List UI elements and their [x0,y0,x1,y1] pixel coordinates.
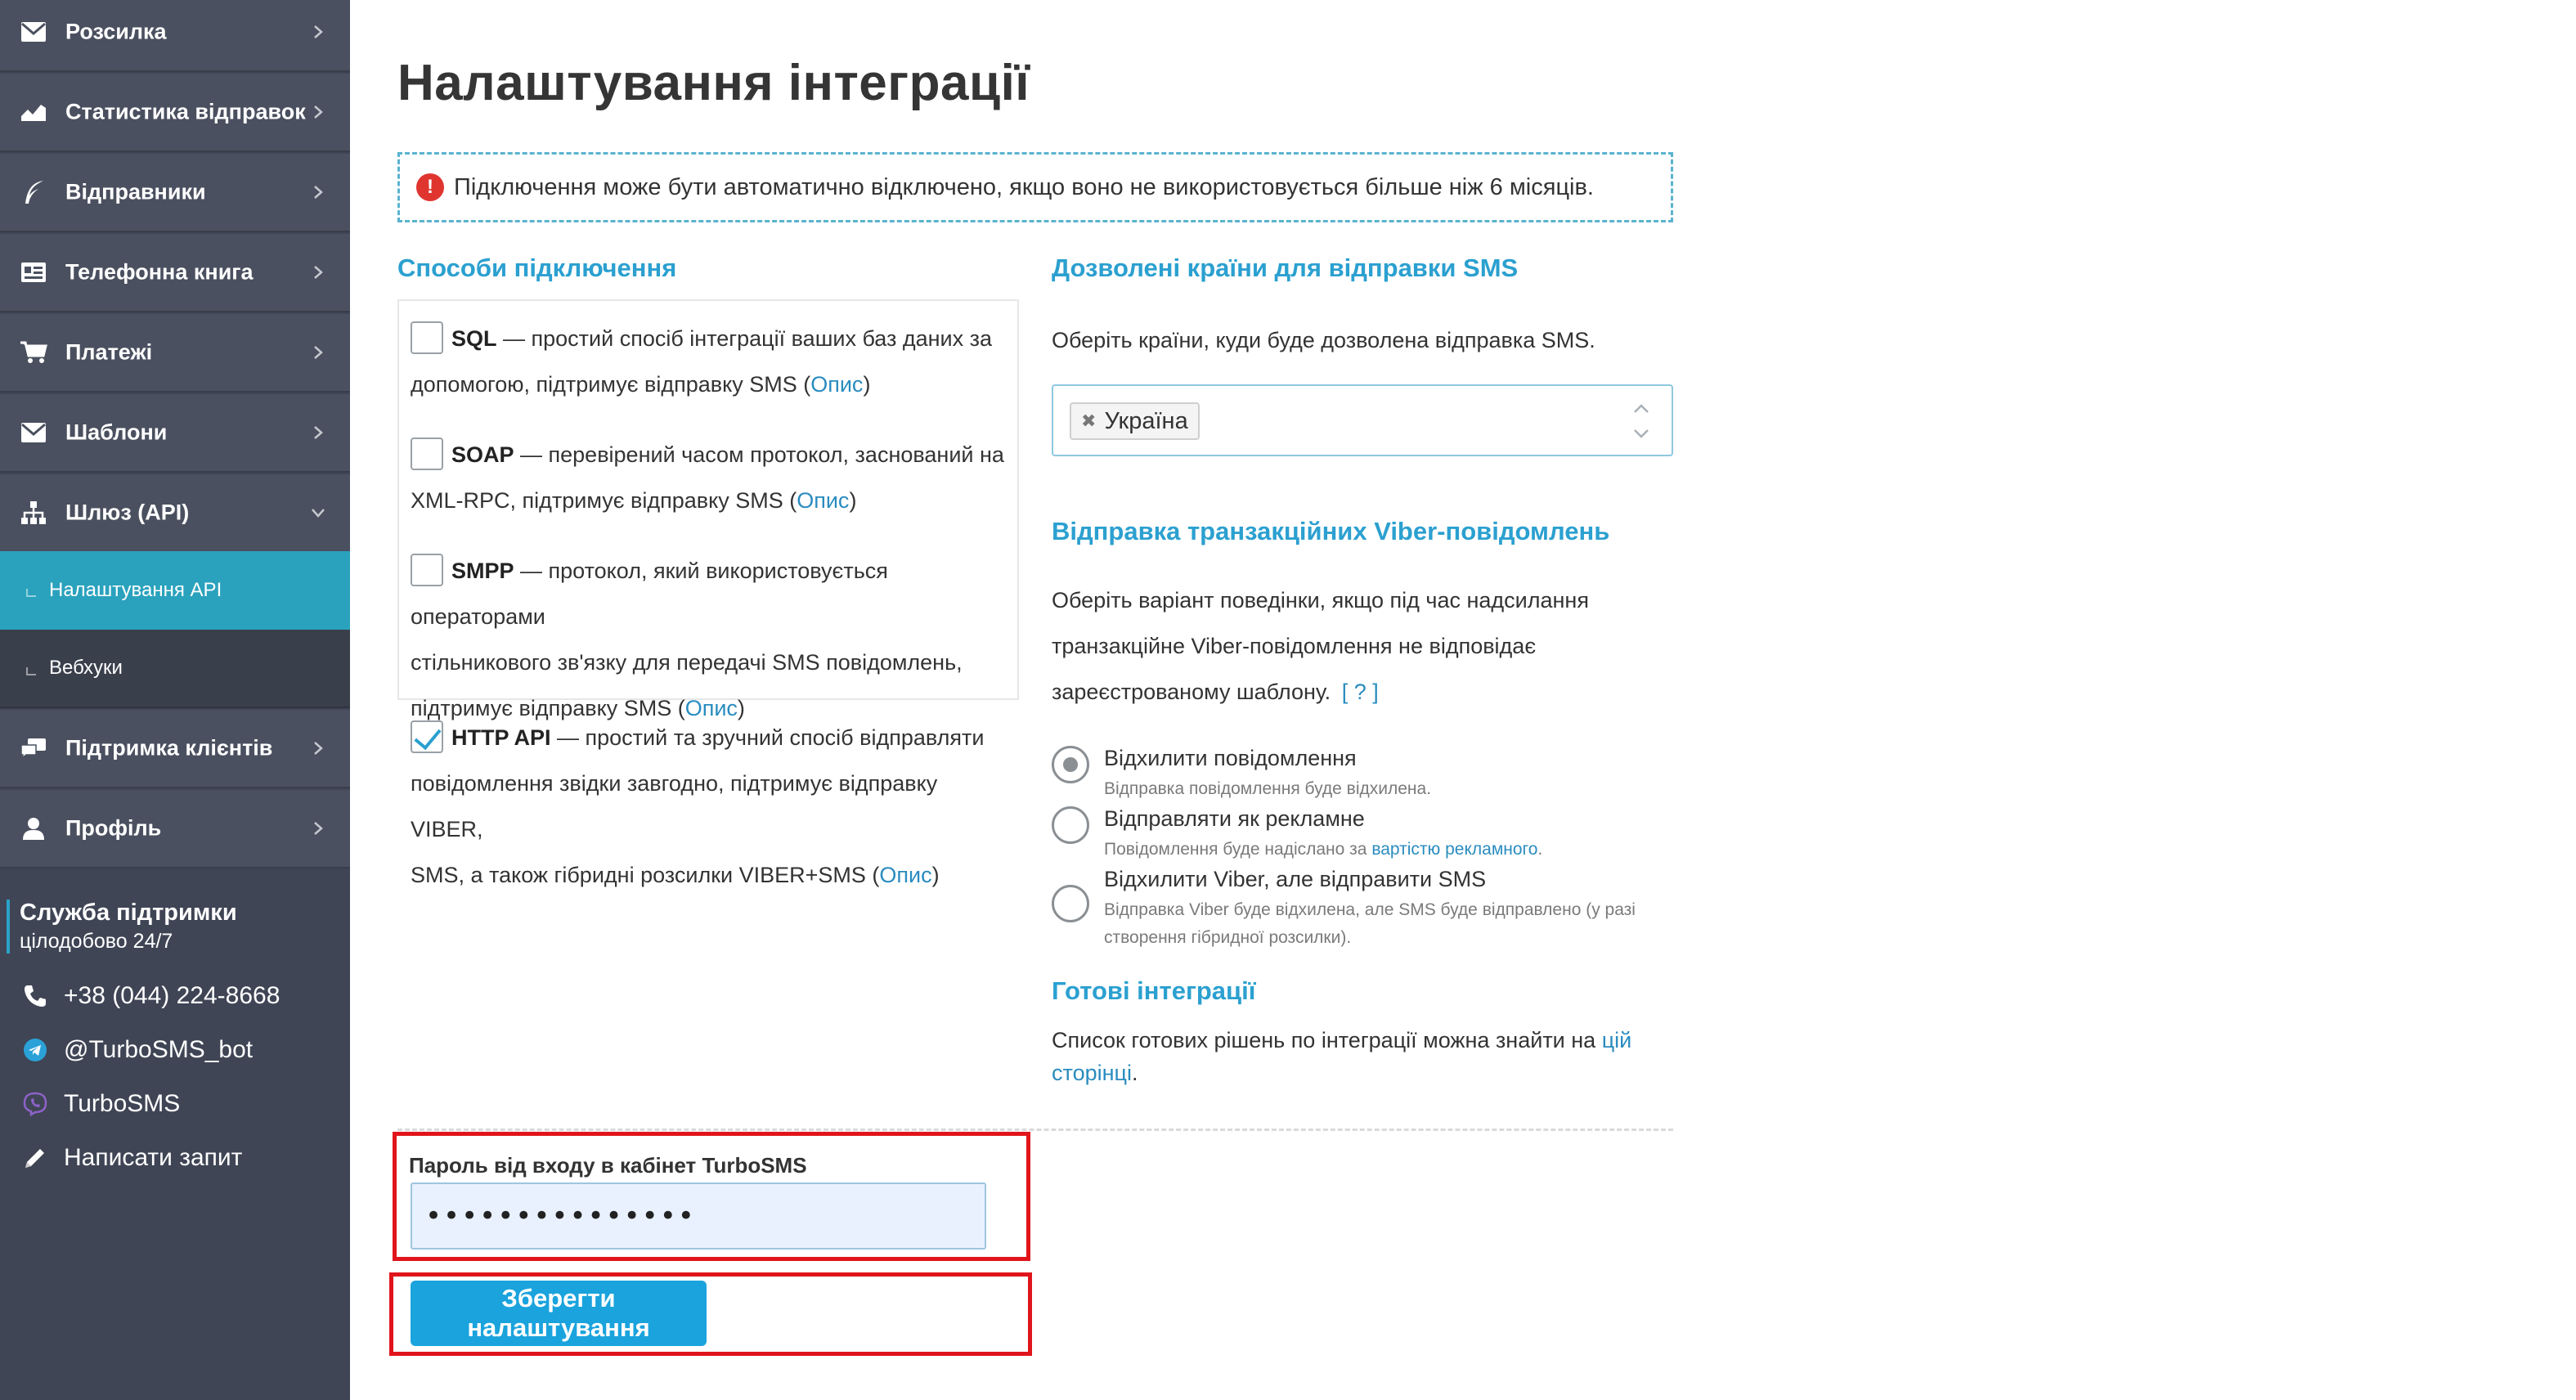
sidebar-subitem-label: Вебхуки [49,657,123,679]
envelope-icon [18,420,49,446]
sidebar-item-label: Шлюз (API) [65,500,190,525]
sql-description-link[interactable]: Опис [810,372,863,397]
phone-icon [21,982,49,1010]
radio-button[interactable] [1052,746,1089,783]
main-content: Налаштування інтеграції ! Підключення мо… [350,0,2576,1400]
sidebar-item-support[interactable]: Підтримка клієнтів [0,710,350,788]
support-telegram-link[interactable]: @TurboSMS_bot [21,1032,253,1068]
allowed-countries-description: Оберіть країни, куди буде дозволена відп… [1052,328,1595,352]
sidebar-item-label: Підтримка клієнтів [65,735,273,761]
chevron-right-icon [314,105,323,119]
http-api-description-link[interactable]: Опис [879,863,931,887]
sidebar-item-gateway-api[interactable]: Шлюз (API) [0,474,350,553]
option-soap: SOAP — перевірений часом протокол, засно… [411,432,1008,523]
chevron-right-icon [314,186,323,199]
country-tag-label: Україна [1104,407,1188,434]
soap-checkbox[interactable] [411,437,443,470]
support-write: Написати запит [64,1144,243,1171]
notice-banner: ! Підключення може бути автоматично відк… [397,152,1673,222]
sidebar-item-label: Шаблони [65,420,168,445]
password-label: Пароль від входу в кабінет TurboSMS [409,1153,807,1178]
help-link[interactable]: [ ? ] [1342,680,1379,704]
sidebar-item-label: Статистика відправок [65,99,306,124]
viber-transactional-title: Відправка транзакційних Viber-повідомлен… [1052,517,1610,545]
sidebar-item-mailing[interactable]: Розсилка [0,0,350,72]
envelope-icon [18,19,49,45]
country-select[interactable]: ✖ Україна [1052,384,1673,456]
chevron-right-icon [314,346,323,359]
cart-icon [18,339,49,366]
sidebar-item-templates[interactable]: Шаблони [0,394,350,473]
chevron-down-icon [312,509,325,518]
sidebar-item-senders[interactable]: Відправники [0,154,350,232]
allowed-countries-title: Дозволені країни для відправки SMS [1052,254,1519,282]
chat-icon [18,735,49,761]
chevron-right-icon [314,25,323,38]
support-write-link[interactable]: Написати запит [21,1140,242,1176]
connection-methods-title: Способи підключення [397,254,677,282]
country-tag: ✖ Україна [1070,402,1200,440]
chevron-right-icon [314,266,323,279]
chevron-right-icon [314,822,323,835]
radio-button[interactable] [1052,885,1089,922]
support-viber: TurboSMS [64,1090,181,1117]
sidebar-item-label: Відправники [65,179,206,204]
address-book-icon [18,259,49,285]
select-arrows-icon [1634,404,1649,438]
password-input[interactable] [411,1182,986,1250]
support-phone: +38 (044) 224-8668 [64,982,280,1009]
notice-text: Підключення може бути автоматично відклю… [454,173,1594,200]
feather-icon [18,179,49,205]
chart-icon [18,99,49,125]
sidebar-subitem-api-settings[interactable]: Налаштування API [0,551,350,630]
sidebar-item-label: Розсилка [65,19,167,44]
sidebar-item-stats[interactable]: Статистика відправок [0,74,350,152]
sidebar-item-label: Телефонна книга [65,259,254,285]
chevron-right-icon [314,426,323,439]
divider [397,1129,1673,1131]
sidebar-subitem-label: Налаштування API [49,579,222,601]
support-telegram: @TurboSMS_bot [64,1036,254,1063]
warning-icon: ! [416,173,444,201]
viber-transactional-description: Оберіть варіант поведінки, якщо під час … [1052,588,1589,704]
remove-tag-icon[interactable]: ✖ [1081,411,1096,432]
option-smpp: SMPP — протокол, який використовується о… [411,548,1008,731]
http-api-checkbox[interactable] [411,720,443,753]
support-viber-link[interactable]: TurboSMS [21,1086,180,1122]
support-phone-link[interactable]: +38 (044) 224-8668 [21,978,280,1014]
sidebar-item-phonebook[interactable]: Телефонна книга [0,234,350,312]
support-title: Служба підтримки [20,900,237,926]
chevron-right-icon [314,742,323,755]
sidebar: Розсилка Статистика відправок Відправник… [0,0,350,1400]
sidebar-subitem-webhooks[interactable]: Вебхуки [0,630,350,708]
telegram-icon [21,1036,49,1064]
sql-checkbox[interactable] [411,321,443,354]
option-http-api: HTTP API — простий та зручний спосіб від… [411,715,1008,898]
sidebar-item-label: Профіль [65,815,162,841]
pencil-icon [21,1144,49,1172]
option-sql: SQL — простий спосіб інтеграції ваших ба… [411,316,1008,407]
soap-description-link[interactable]: Опис [797,488,849,513]
support-subtitle: цілодобово 24/7 [20,930,173,953]
promo-price-link[interactable]: вартістю рекламного [1371,840,1537,859]
smpp-checkbox[interactable] [411,553,443,586]
viber-icon [21,1090,49,1118]
ready-integrations-text: Список готових рішень по інтеграції можн… [1052,1028,1632,1085]
sitemap-icon [18,500,49,526]
sidebar-item-profile[interactable]: Профіль [0,790,350,868]
support-block: Служба підтримки цілодобово 24/7 +38 (04… [0,870,350,1200]
ready-integrations-title: Готові інтеграції [1052,976,1256,1005]
sidebar-item-payments[interactable]: Платежі [0,314,350,393]
page-title: Налаштування інтеграції [397,55,1030,111]
save-settings-button[interactable]: Зберегти налаштування [411,1281,707,1346]
user-icon [18,815,49,841]
sidebar-item-label: Платежі [65,339,153,365]
radio-button[interactable] [1052,806,1089,844]
